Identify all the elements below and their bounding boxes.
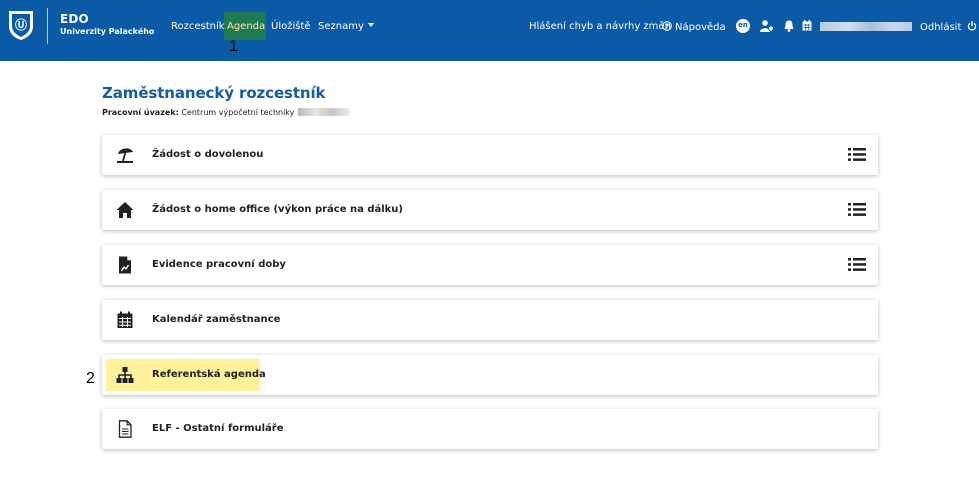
- calendar-icon: [117, 311, 133, 328]
- card-employee-calendar[interactable]: Kalendář zaměstnance: [102, 300, 878, 340]
- brand[interactable]: EDO Univerzity Palackého: [60, 13, 154, 36]
- svg-text:?: ?: [665, 23, 669, 31]
- card-clerk-agenda[interactable]: Referentská agenda: [102, 355, 878, 395]
- annotation-marker-1: 1: [229, 38, 238, 55]
- nav-rozcestnik[interactable]: Rozcestník: [171, 21, 225, 33]
- card-home-office-request[interactable]: Žádost o home office (výkon práce na dál…: [102, 190, 878, 230]
- workload-label: Pracovní úvazek:: [102, 108, 179, 117]
- card-label: Žádost o dovolenou: [152, 149, 264, 160]
- card-vacation-request[interactable]: Žádost o dovolenou: [102, 135, 878, 175]
- card-label: ELF - Ostatní formuláře: [152, 423, 284, 434]
- beach-umbrella-icon: [117, 148, 133, 163]
- user-name-redacted: [820, 22, 912, 31]
- card-label: Referentská agenda: [152, 369, 266, 380]
- nav-uloziste[interactable]: Úložiště: [271, 21, 311, 33]
- annotation-marker-2: 2: [86, 370, 95, 387]
- list-icon[interactable]: [848, 202, 866, 217]
- svg-text:Ⓤ: Ⓤ: [15, 17, 27, 32]
- workload-redacted: [298, 108, 351, 116]
- card-work-time-records[interactable]: Evidence pracovní doby: [102, 245, 878, 285]
- document-chart-icon: [119, 256, 131, 274]
- list-icon[interactable]: [848, 147, 866, 162]
- list-icon[interactable]: [848, 257, 866, 272]
- org-chart-icon: [116, 367, 134, 383]
- logo-separator: [47, 8, 48, 44]
- bell-icon[interactable]: [784, 20, 794, 32]
- workload-info: Pracovní úvazek: Centrum výpočetní techn…: [102, 108, 351, 117]
- calendar-icon[interactable]: [802, 20, 812, 31]
- brand-subtitle: Univerzity Palackého: [60, 27, 155, 36]
- top-navbar: Ⓤ EDO Univerzity Palackého Rozcestník Ag…: [0, 0, 979, 61]
- brand-title: EDO: [60, 12, 89, 26]
- language-switch[interactable]: en: [736, 19, 750, 33]
- help-label: Nápověda: [675, 22, 726, 33]
- card-other-forms[interactable]: ELF - Ostatní formuláře: [102, 409, 878, 449]
- language-code: en: [738, 21, 748, 29]
- page-title: Zaměstnanecký rozcestník: [102, 84, 326, 102]
- logout-label: Odhlásit: [920, 22, 962, 33]
- help-icon: ?: [662, 21, 672, 31]
- nav-seznamy[interactable]: Seznamy: [318, 21, 374, 33]
- card-label: Evidence pracovní doby: [152, 259, 286, 270]
- nav-seznamy-label: Seznamy: [318, 21, 364, 32]
- report-bugs-link[interactable]: Hlášení chyb a návrhy změn: [529, 21, 671, 33]
- help-link[interactable]: ? Nápověda: [662, 21, 726, 34]
- nav-agenda[interactable]: Agenda: [227, 21, 265, 33]
- power-icon: [967, 20, 976, 31]
- user-settings-icon[interactable]: [760, 20, 774, 32]
- document-icon: [118, 420, 132, 438]
- card-label: Kalendář zaměstnance: [152, 314, 281, 325]
- workload-value: Centrum výpočetní techniky: [181, 108, 295, 117]
- logout-button[interactable]: Odhlásit: [920, 20, 977, 34]
- card-label: Žádost o home office (výkon práce na dál…: [152, 204, 403, 215]
- university-logo[interactable]: Ⓤ: [8, 9, 34, 41]
- home-icon: [116, 202, 134, 218]
- chevron-down-icon: [367, 23, 374, 27]
